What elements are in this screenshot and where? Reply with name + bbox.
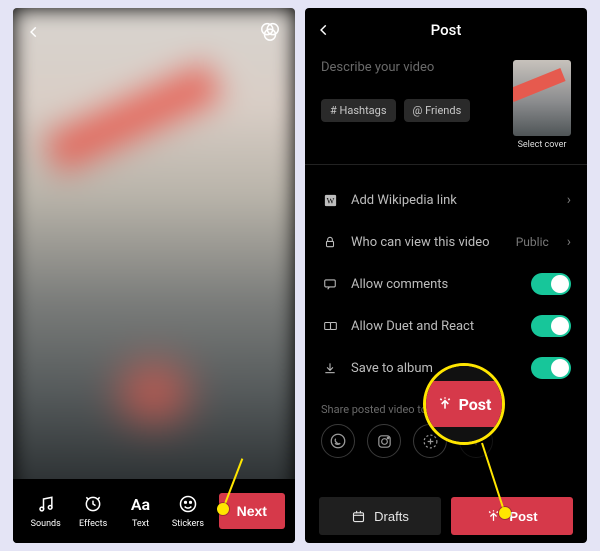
callout-label: Post — [459, 395, 492, 414]
drafts-button[interactable]: Drafts — [319, 497, 441, 535]
share-instagram-icon[interactable] — [367, 424, 401, 458]
download-icon — [321, 361, 339, 375]
tool-stickers[interactable]: Stickers — [165, 493, 210, 529]
back-icon[interactable] — [27, 25, 41, 39]
toggle-save[interactable] — [531, 357, 571, 379]
text-icon: Aa — [131, 493, 150, 515]
setting-label: Add Wikipedia link — [351, 193, 549, 208]
chevron-right-icon: › — [567, 192, 571, 208]
chip-friends[interactable]: @ Friends — [404, 99, 471, 122]
tool-label: Stickers — [172, 519, 204, 529]
description-input[interactable]: Describe your video — [321, 60, 503, 75]
toggle-comments[interactable] — [531, 273, 571, 295]
tutorial-dot — [217, 503, 229, 515]
toggle-duet[interactable] — [531, 315, 571, 337]
effects-clock-icon — [83, 493, 103, 515]
post-footer: Drafts Post — [305, 489, 587, 543]
editor-toolbar: Sounds Effects Aa Text Stickers Next — [13, 479, 295, 543]
music-note-icon — [36, 493, 56, 515]
callout-post: Post — [423, 363, 505, 445]
drafts-icon — [351, 509, 366, 524]
tool-label: Text — [132, 519, 149, 529]
comment-icon — [321, 277, 339, 291]
drafts-label: Drafts — [374, 509, 409, 524]
tutorial-dot — [499, 507, 511, 519]
wikipedia-icon: W — [321, 193, 339, 208]
setting-wikipedia[interactable]: W Add Wikipedia link › — [321, 179, 571, 221]
setting-label: Allow Duet and React — [351, 319, 519, 334]
back-icon[interactable] — [317, 23, 331, 37]
sticker-smile-icon — [178, 493, 198, 515]
setting-privacy[interactable]: Who can view this video Public › — [321, 221, 571, 263]
tool-label: Effects — [79, 519, 107, 529]
tool-sounds[interactable]: Sounds — [23, 493, 68, 529]
chevron-right-icon: › — [567, 234, 571, 250]
page-title: Post — [431, 21, 462, 39]
editor-screen: Sounds Effects Aa Text Stickers Next — [13, 8, 295, 543]
share-whatsapp-icon[interactable] — [321, 424, 355, 458]
tool-effects[interactable]: Effects — [70, 493, 115, 529]
setting-duet: Allow Duet and React — [321, 305, 571, 347]
post-screen: Post Describe your video # Hashtags @ Fr… — [305, 8, 587, 543]
cover-selector[interactable]: Select cover — [513, 60, 571, 150]
duet-icon — [321, 319, 339, 333]
setting-comments: Allow comments — [321, 263, 571, 305]
setting-label: Allow comments — [351, 277, 519, 292]
post-header: Post — [305, 8, 587, 52]
setting-label: Who can view this video — [351, 235, 504, 250]
video-preview — [13, 8, 295, 543]
filters-icon[interactable] — [259, 20, 281, 42]
setting-value: Public — [516, 235, 549, 249]
svg-text:W: W — [326, 196, 334, 205]
lock-icon — [321, 235, 339, 249]
post-label: Post — [509, 509, 537, 524]
cover-thumbnail — [513, 60, 571, 136]
chip-hashtags[interactable]: # Hashtags — [321, 99, 396, 122]
editor-topbar — [13, 8, 295, 56]
cover-label: Select cover — [513, 140, 571, 150]
divider — [305, 164, 587, 165]
post-button[interactable]: Post — [451, 497, 573, 535]
tool-label: Sounds — [31, 519, 61, 529]
tool-text[interactable]: Aa Text — [118, 493, 163, 529]
upload-icon — [437, 396, 453, 412]
